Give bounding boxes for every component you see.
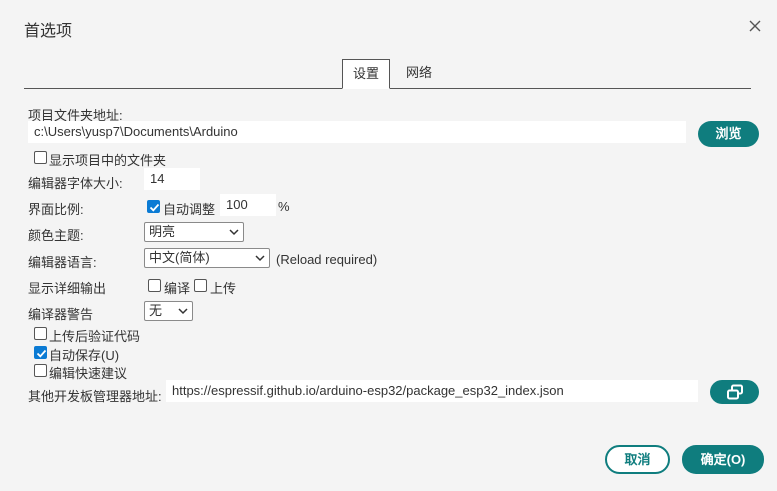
- chevron-down-icon: [255, 255, 265, 262]
- open-window-icon: [726, 384, 743, 400]
- scale-unit: %: [278, 199, 290, 214]
- tab-network[interactable]: 网络: [396, 59, 442, 89]
- cancel-button[interactable]: 取消: [605, 445, 670, 474]
- close-icon[interactable]: [747, 18, 763, 34]
- quick-suggestions-label: 编辑快速建议: [49, 366, 128, 381]
- check-icon: [36, 349, 47, 358]
- check-icon: [149, 203, 160, 212]
- theme-select-value: 明亮: [149, 224, 176, 239]
- verify-after-upload-label: 上传后验证代码: [49, 329, 141, 344]
- chevron-down-icon: [229, 229, 239, 236]
- theme-select[interactable]: 明亮: [144, 222, 244, 242]
- verbose-compile-label: 编译: [164, 281, 191, 296]
- tab-settings[interactable]: 设置: [342, 59, 391, 89]
- show-files-label: 显示项目中的文件夹: [49, 153, 167, 168]
- browse-button[interactable]: 浏览: [698, 121, 759, 147]
- dialog-title: 首选项: [24, 23, 73, 40]
- auto-scale-checkbox[interactable]: [147, 200, 160, 213]
- theme-label: 颜色主题:: [28, 228, 84, 243]
- verbose-label: 显示详细输出: [28, 281, 107, 296]
- boards-manager-url-input[interactable]: https://espressif.github.io/arduino-esp3…: [166, 380, 698, 402]
- verbose-upload-label: 上传: [210, 281, 237, 296]
- chevron-down-icon: [178, 308, 188, 315]
- show-files-checkbox[interactable]: [34, 151, 47, 164]
- edit-urls-button[interactable]: [710, 380, 759, 404]
- warnings-label: 编译器警告: [28, 307, 94, 322]
- quick-suggestions-checkbox[interactable]: [34, 364, 47, 377]
- font-size-label: 编辑器字体大小:: [28, 176, 123, 191]
- verbose-upload-checkbox[interactable]: [194, 279, 207, 292]
- scale-input[interactable]: 100: [220, 194, 276, 216]
- boards-manager-label: 其他开发板管理器地址:: [28, 389, 162, 404]
- scale-label: 界面比例:: [28, 202, 84, 217]
- verbose-compile-checkbox[interactable]: [148, 279, 161, 292]
- language-select-value: 中文(简体): [149, 250, 210, 265]
- ok-button[interactable]: 确定(O): [682, 445, 764, 474]
- language-reload-note: (Reload required): [276, 252, 378, 267]
- language-select[interactable]: 中文(简体): [144, 248, 270, 268]
- verify-after-upload-checkbox[interactable]: [34, 327, 47, 340]
- warnings-select[interactable]: 无: [144, 301, 193, 321]
- auto-scale-label: 自动调整: [163, 202, 216, 217]
- auto-save-label: 自动保存(U): [49, 348, 120, 363]
- auto-save-checkbox[interactable]: [34, 346, 47, 359]
- language-label: 编辑器语言:: [28, 255, 97, 270]
- warnings-select-value: 无: [149, 303, 163, 318]
- font-size-input[interactable]: 14: [144, 168, 200, 190]
- sketchbook-path-input[interactable]: c:\Users\yusp7\Documents\Arduino: [28, 121, 686, 143]
